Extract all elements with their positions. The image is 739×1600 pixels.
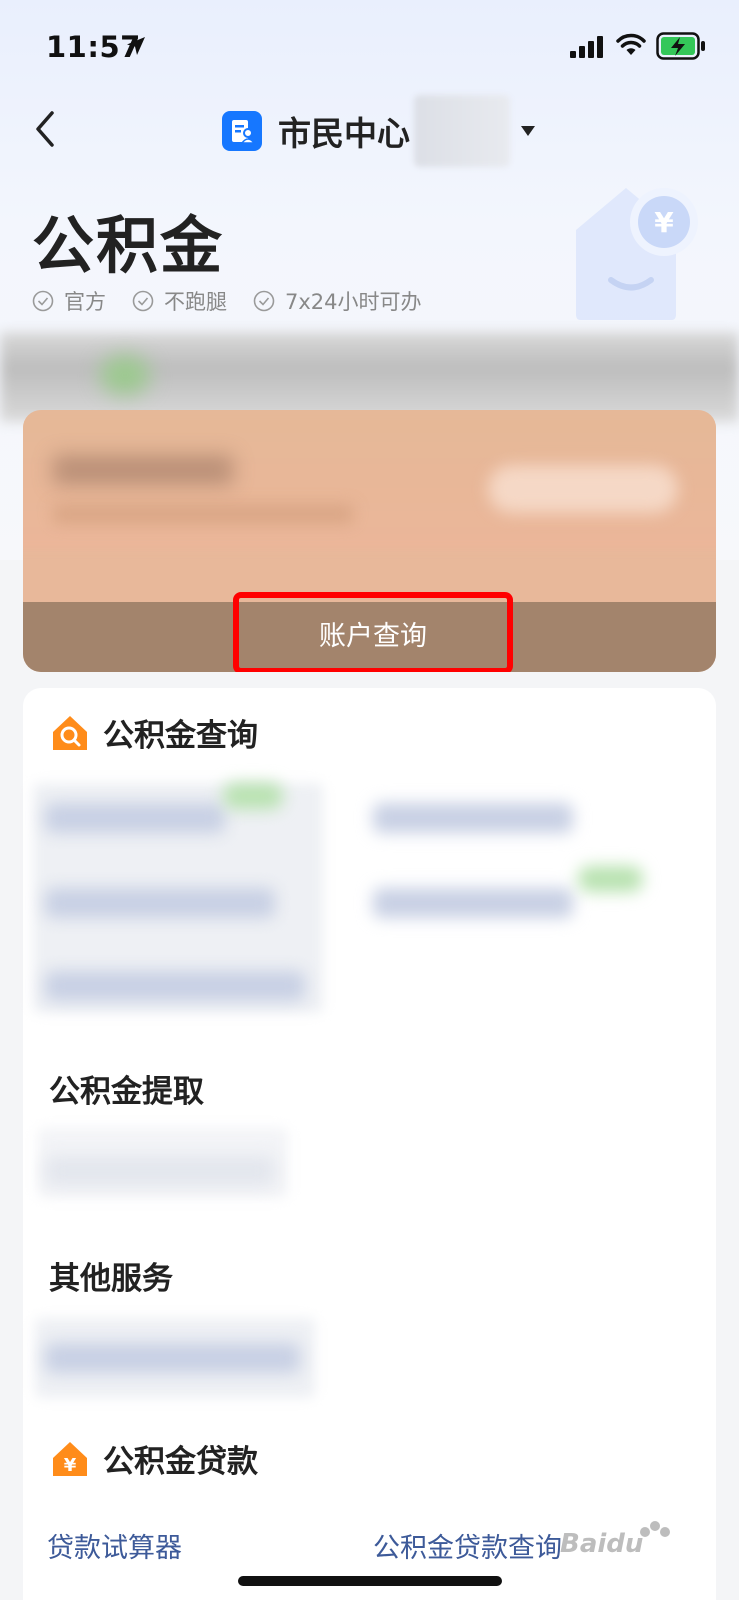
account-card: 账户查询: [23, 410, 716, 672]
blurred-other-item[interactable]: [45, 1343, 300, 1373]
blurred-new-badge: [578, 866, 643, 892]
blurred-withdraw-item[interactable]: [45, 1156, 275, 1186]
tag-official: 官方: [32, 286, 106, 316]
svg-text:Baidu: Baidu: [560, 1529, 643, 1559]
blurred-query-item[interactable]: [373, 888, 573, 918]
blurred-banner-dot: [100, 355, 150, 395]
baidu-watermark: Baidu: [560, 1521, 670, 1559]
section-other-header: 其他服务: [49, 1253, 173, 1298]
section-withdraw-title: 公积金提取: [49, 1074, 204, 1110]
status-bar: 11:57: [0, 0, 739, 90]
location-arrow-icon: [127, 37, 145, 55]
blurred-query-item[interactable]: [45, 888, 275, 918]
back-button[interactable]: [28, 107, 68, 151]
blurred-query-item[interactable]: [373, 803, 573, 833]
tag-label: 7x24小时可办: [285, 290, 422, 314]
loan-calculator-link[interactable]: 贷款试算器: [47, 1526, 182, 1565]
account-query-button[interactable]: 账户查询: [233, 592, 513, 672]
battery-charging-icon: [656, 32, 705, 60]
svg-text:¥: ¥: [64, 1455, 77, 1476]
check-circle-icon: [253, 290, 275, 312]
yuan-house-icon: ¥: [53, 1441, 87, 1476]
section-loan-header: ¥ 公积金贷款: [49, 1436, 258, 1481]
account-query-label: 账户查询: [319, 620, 427, 652]
tag-24h: 7x24小时可办: [253, 286, 422, 316]
blurred-card-subtitle: [53, 505, 353, 523]
document-person-icon: [232, 120, 255, 144]
blurred-card-title: [53, 455, 233, 485]
section-query-title: 公积金查询: [103, 718, 258, 754]
house-yuan-illustration: ¥: [576, 188, 698, 320]
tag-label: 官方: [64, 290, 106, 314]
section-other-title: 其他服务: [49, 1261, 173, 1297]
services-panel: 公积金查询 公积金提取 其他服务 ¥ 公积金贷款 贷款试算器 公积金贷款查询: [23, 688, 716, 1600]
blurred-card-button: [488, 465, 678, 513]
tag-no-trip: 不跑腿: [132, 286, 227, 316]
tag-label: 不跑腿: [164, 290, 227, 314]
nav-title: 市民中心: [278, 114, 410, 153]
page-title: 公积金: [32, 209, 225, 282]
blurred-city-name: [414, 95, 510, 167]
blurred-query-item[interactable]: [45, 971, 305, 1001]
cellular-signal-icon: [570, 36, 603, 58]
loan-query-link[interactable]: 公积金贷款查询: [373, 1526, 562, 1565]
house-search-icon: [53, 715, 87, 750]
service-tags: 官方 不跑腿 7x24小时可办: [32, 286, 448, 316]
section-loan-title: 公积金贷款: [103, 1444, 258, 1480]
city-selector[interactable]: 市民中心: [222, 95, 536, 167]
wifi-icon: [616, 33, 646, 55]
home-indicator: [238, 1576, 502, 1586]
check-circle-icon: [132, 290, 154, 312]
citizen-center-logo: [222, 111, 262, 151]
navigation-bar: 市民中心: [0, 95, 739, 167]
svg-text:¥: ¥: [654, 206, 674, 239]
section-query-header: 公积金查询: [49, 710, 258, 755]
blurred-query-item[interactable]: [45, 803, 225, 833]
blurred-new-badge: [223, 783, 283, 809]
section-withdraw-header: 公积金提取: [49, 1066, 204, 1111]
triangle-down-icon: [521, 126, 535, 136]
check-circle-icon: [32, 290, 54, 312]
